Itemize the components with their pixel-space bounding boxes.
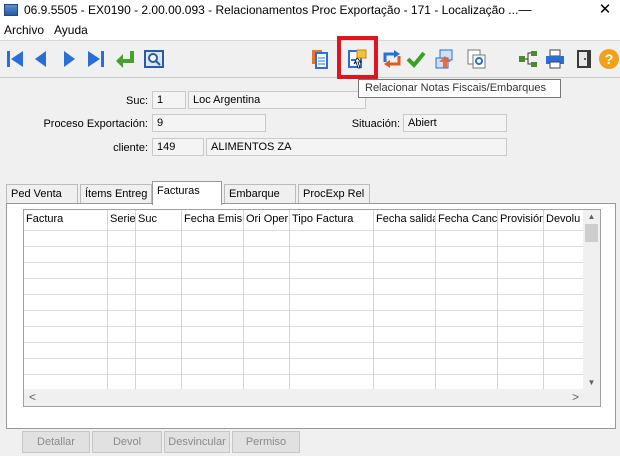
tooltip: Relacionar Notas Fiscais/Embarques [358, 79, 561, 98]
column-header[interactable]: Factura [26, 213, 107, 225]
proceso-field[interactable]: 9 [152, 114, 266, 132]
tab-ped-venta[interactable]: Ped Venta [6, 184, 78, 204]
vertical-scrollbar[interactable]: ▲ ▼ [583, 210, 600, 390]
document-list-button[interactable] [309, 48, 331, 70]
tab-items-entreg[interactable]: Ítems Entreg [80, 184, 152, 204]
next-record-icon [64, 51, 75, 67]
column: Devolu [544, 210, 584, 406]
next-record-button[interactable] [58, 48, 80, 70]
scroll-thumb[interactable] [585, 224, 598, 242]
column-header[interactable]: Ori Oper [246, 213, 289, 225]
close-button[interactable]: ✕ [590, 0, 620, 20]
tree-button[interactable] [517, 48, 539, 70]
exit-icon [577, 50, 591, 68]
detallar-button[interactable]: Detallar [22, 431, 90, 453]
column: Serie [108, 210, 136, 406]
column-header[interactable]: Serie [110, 213, 135, 225]
column-header[interactable]: Provisión [500, 213, 543, 225]
go-to-icon [116, 51, 134, 68]
menu-ayuda[interactable]: Ayuda [50, 23, 92, 37]
confirm-button[interactable] [405, 48, 427, 70]
toolbar: ? [0, 40, 620, 78]
document-link-button[interactable] [465, 48, 487, 70]
column: Fecha salida [374, 210, 436, 406]
column-header[interactable]: Fecha salida [376, 213, 435, 225]
action-buttons: Detallar Devol Desvincular Permiso [0, 430, 620, 454]
highlight-box [337, 36, 378, 79]
permiso-button[interactable]: Permiso [232, 431, 300, 453]
scroll-left-icon[interactable]: < [24, 389, 41, 406]
last-record-button[interactable] [85, 48, 107, 70]
column-header[interactable]: Suc [138, 213, 181, 225]
tab-label: Ítems Entreg [85, 188, 148, 200]
relate-button[interactable] [381, 48, 403, 70]
first-record-button[interactable] [4, 48, 26, 70]
document-list-icon [312, 50, 328, 69]
last-record-icon [88, 51, 104, 67]
copy-link-button[interactable] [433, 48, 455, 70]
tab-label: Embarque [229, 188, 280, 200]
horizontal-scrollbar[interactable]: < > [24, 389, 584, 406]
tab-label: Facturas [157, 185, 200, 197]
go-to-button[interactable] [114, 48, 136, 70]
document-link-icon [467, 49, 486, 69]
scroll-corner [583, 389, 600, 406]
title-bar: 06.9.5505 - EX0190 - 2.00.00.093 - Relac… [0, 0, 620, 20]
column-header[interactable]: Fecha Emis [184, 213, 243, 225]
zoom-button[interactable] [143, 48, 165, 70]
print-button[interactable] [544, 48, 566, 70]
svg-text:?: ? [605, 51, 614, 67]
tab-procexp-rel[interactable]: ProcExp Rel [298, 184, 370, 204]
suc-name-field[interactable]: Loc Argentina [188, 91, 366, 109]
scroll-right-icon[interactable]: > [567, 389, 584, 406]
cliente-code-field[interactable]: 149 [152, 138, 204, 156]
tabs-bar: Ped Venta Ítems Entreg Facturas Embarque… [0, 180, 620, 205]
column: Suc [136, 210, 182, 406]
exit-button[interactable] [573, 48, 595, 70]
devol-button[interactable]: Devol [92, 431, 162, 453]
tab-label: ProcExp Rel [303, 188, 365, 200]
column: Ori Oper [244, 210, 290, 406]
column-header[interactable]: Tipo Factura [292, 213, 373, 225]
zoom-icon [144, 50, 164, 68]
situacion-field[interactable]: Abiert [403, 114, 507, 132]
desvincular-button[interactable]: Desvincular [164, 431, 230, 453]
column: Fecha Canc [436, 210, 498, 406]
copy-link-icon [435, 49, 453, 69]
menu-archivo[interactable]: Archivo [0, 23, 48, 37]
suc-code-field[interactable]: 1 [152, 91, 186, 109]
facturas-panel: Devolu Provisión Fecha Canc Fecha salida Tip… [6, 203, 616, 429]
minimize-button[interactable]: — [510, 0, 540, 20]
help-button[interactable]: ? [598, 48, 620, 70]
menu-bar: Archivo Ayuda [0, 20, 620, 40]
app-icon [4, 4, 18, 16]
column-header[interactable]: Devolu [546, 213, 583, 225]
facturas-table[interactable]: Devolu Provisión Fecha Canc Fecha salida Tip… [23, 209, 601, 407]
relate-icon [383, 50, 401, 68]
help-icon: ? [599, 49, 619, 69]
scroll-down-icon[interactable]: ▼ [583, 376, 600, 390]
tab-facturas[interactable]: Facturas [152, 181, 222, 205]
column: Provisión [498, 210, 544, 406]
situacion-label: Situación: [351, 118, 400, 130]
proceso-label: Proceso Exportación: [43, 118, 148, 130]
print-icon [546, 49, 564, 69]
previous-record-button[interactable] [30, 48, 52, 70]
column: Tipo Factura [290, 210, 374, 406]
column: Factura [24, 210, 108, 406]
previous-record-icon [35, 51, 46, 67]
tree-icon [519, 51, 537, 67]
first-record-icon [7, 51, 23, 67]
tab-label: Ped Venta [11, 188, 62, 200]
scroll-up-icon[interactable]: ▲ [583, 210, 600, 224]
confirm-icon [406, 51, 426, 68]
cliente-name-field[interactable]: ALIMENTOS ZA [206, 138, 507, 156]
tab-embarque[interactable]: Embarque [224, 184, 296, 204]
column-header[interactable]: Fecha Canc [438, 213, 497, 225]
window-title: 06.9.5505 - EX0190 - 2.00.00.093 - Relac… [24, 3, 519, 17]
suc-label: Suc: [125, 95, 148, 107]
column: Fecha Emis [182, 210, 244, 406]
cliente-label: cliente: [113, 142, 148, 154]
